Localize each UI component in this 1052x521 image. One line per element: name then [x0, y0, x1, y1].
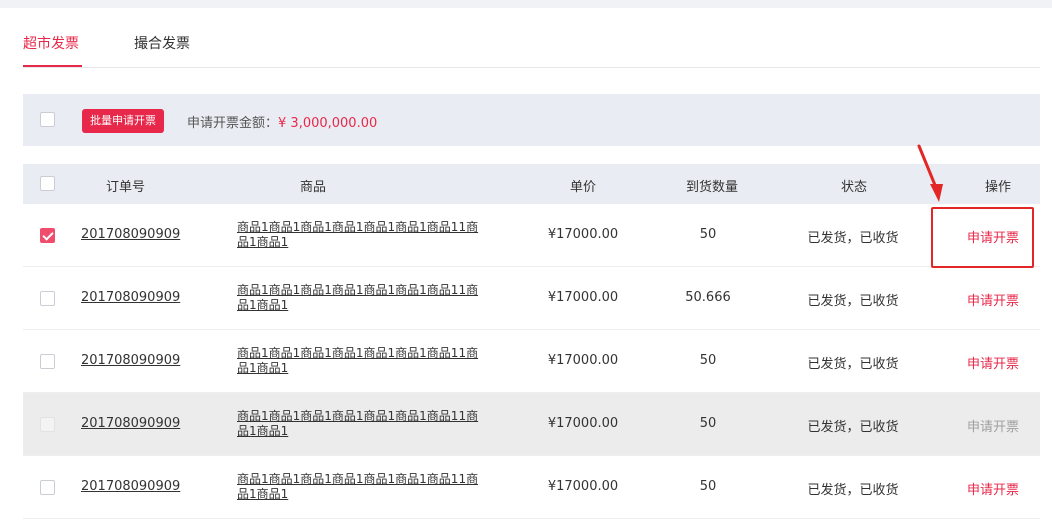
invoice-panel: 超市发票 撮合发票 批量申请开票 申请开票金额：¥ 3,000,000.00 订… — [0, 8, 1052, 521]
order-number-link[interactable]: 201708090909 — [81, 227, 180, 242]
apply-invoice-link[interactable]: 申请开票 — [953, 479, 1033, 498]
table-row: 201708090909 商品1商品1商品1商品1商品1商品1商品11商品1商品… — [23, 393, 1040, 456]
apply-invoice-link[interactable]: 申请开票 — [953, 353, 1033, 372]
table-row: 201708090909 商品1商品1商品1商品1商品1商品1商品11商品1商品… — [23, 456, 1040, 519]
status-cell: 已发货，已收货 — [807, 294, 899, 309]
price-cell: ¥17000.00 — [547, 353, 619, 368]
header-qty: 到货数量 — [686, 180, 739, 195]
annotation-arrow-icon — [917, 144, 943, 202]
annotation-highlight-box — [931, 207, 1034, 268]
select-all-checkbox[interactable] — [40, 112, 55, 127]
amount-value: ¥ 3,000,000.00 — [278, 116, 378, 131]
row-checkbox[interactable] — [40, 291, 55, 306]
tab-bar: 超市发票 撮合发票 — [23, 8, 1040, 68]
header-price: 单价 — [570, 180, 597, 195]
header-select-all-checkbox[interactable] — [40, 176, 55, 191]
table-header: 订单号 商品 单价 到货数量 状态 操作 — [23, 164, 1040, 204]
status-cell: 已发货，已收货 — [807, 420, 899, 435]
order-number-link[interactable]: 201708090909 — [81, 416, 180, 431]
status-cell: 已发货，已收货 — [807, 231, 899, 246]
orders-table: 订单号 商品 单价 到货数量 状态 操作 201708090909 商品1商品1… — [23, 164, 1040, 519]
header-status: 状态 — [841, 180, 868, 195]
header-action: 操作 — [985, 180, 1012, 195]
goods-link[interactable]: 商品1商品1商品1商品1商品1商品1商品11商品1商品1 — [237, 283, 487, 313]
price-cell: ¥17000.00 — [547, 416, 619, 431]
table-row: 201708090909 商品1商品1商品1商品1商品1商品1商品11商品1商品… — [23, 330, 1040, 393]
goods-link[interactable]: 商品1商品1商品1商品1商品1商品1商品11商品1商品1 — [237, 472, 487, 502]
order-number-link[interactable]: 201708090909 — [81, 479, 180, 494]
apply-invoice-link: 申请开票 — [966, 420, 1019, 435]
qty-cell: 50 — [699, 479, 717, 494]
price-cell: ¥17000.00 — [547, 479, 619, 494]
active-tab-indicator — [23, 65, 82, 67]
order-number-link[interactable]: 201708090909 — [81, 290, 180, 305]
row-checkbox — [40, 417, 55, 432]
goods-link[interactable]: 商品1商品1商品1商品1商品1商品1商品11商品1商品1 — [237, 346, 487, 376]
batch-apply-invoice-button[interactable]: 批量申请开票 — [82, 109, 164, 133]
apply-invoice-link[interactable]: 申请开票 — [953, 290, 1033, 309]
amount-label-text: 申请开票金额： — [187, 116, 279, 131]
price-cell: ¥17000.00 — [547, 227, 619, 242]
header-goods: 商品 — [300, 180, 327, 195]
status-cell: 已发货，已收货 — [807, 357, 899, 372]
header-order-no: 订单号 — [106, 180, 146, 195]
tab-matching-invoice[interactable]: 撮合发票 — [134, 33, 190, 53]
row-checkbox[interactable] — [40, 480, 55, 495]
price-cell: ¥17000.00 — [547, 290, 619, 305]
order-number-link[interactable]: 201708090909 — [81, 353, 180, 368]
goods-link[interactable]: 商品1商品1商品1商品1商品1商品1商品11商品1商品1 — [237, 409, 487, 439]
status-cell: 已发货，已收货 — [807, 483, 899, 498]
goods-link[interactable]: 商品1商品1商品1商品1商品1商品1商品11商品1商品1 — [237, 220, 487, 250]
tab-supermarket-invoice[interactable]: 超市发票 — [23, 33, 79, 53]
row-checkbox[interactable] — [40, 354, 55, 369]
qty-cell: 50 — [699, 353, 717, 368]
qty-cell: 50 — [699, 227, 717, 242]
row-checkbox[interactable] — [40, 228, 55, 243]
table-row: 201708090909 商品1商品1商品1商品1商品1商品1商品11商品1商品… — [23, 204, 1040, 267]
qty-cell: 50.666 — [685, 290, 731, 305]
invoice-amount-label: 申请开票金额：¥ 3,000,000.00 — [187, 112, 377, 131]
qty-cell: 50 — [699, 416, 717, 431]
batch-action-bar: 批量申请开票 申请开票金额：¥ 3,000,000.00 — [23, 94, 1040, 146]
table-row: 201708090909 商品1商品1商品1商品1商品1商品1商品11商品1商品… — [23, 267, 1040, 330]
